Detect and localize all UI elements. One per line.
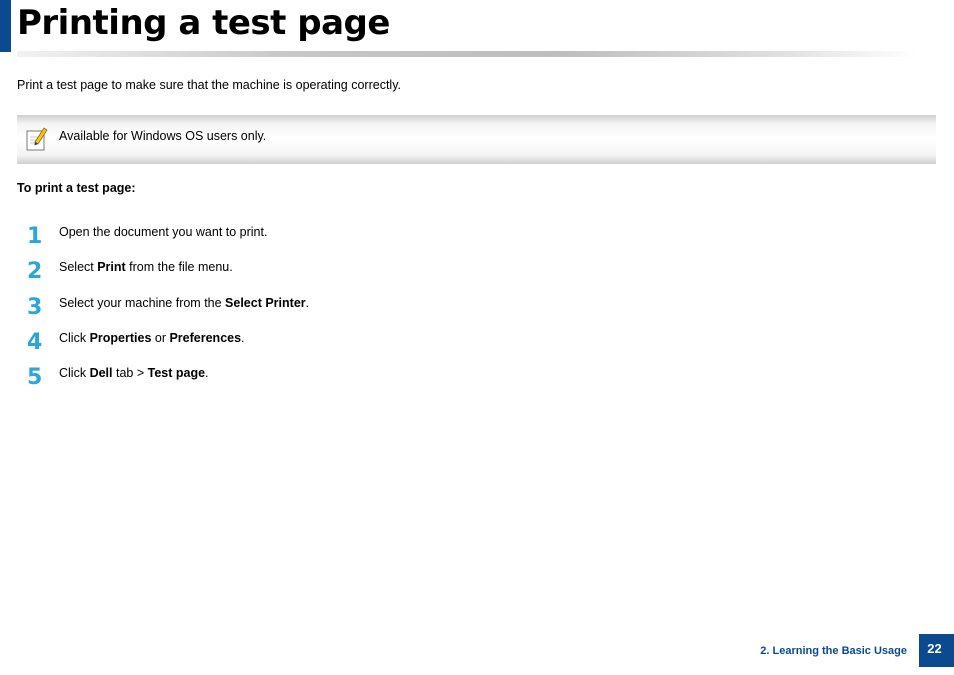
step-text: Open the document you want to print. — [59, 225, 268, 239]
step-text: Click Dell tab > Test page. — [59, 366, 209, 380]
step-2: 2 Select Print from the file menu. — [0, 259, 900, 289]
note-box: Available for Windows OS users only. — [17, 115, 936, 164]
step-1: 1 Open the document you want to print. — [0, 224, 900, 254]
step-number: 4 — [27, 330, 43, 355]
title-accent-bar — [0, 0, 11, 52]
step-5: 5 Click Dell tab > Test page. — [0, 365, 900, 395]
intro-paragraph: Print a test page to make sure that the … — [17, 78, 401, 92]
step-4: 4 Click Properties or Preferences. — [0, 330, 900, 360]
note-pencil-icon — [26, 127, 48, 151]
step-text: Select Print from the file menu. — [59, 260, 233, 274]
step-text: Click Properties or Preferences. — [59, 331, 245, 345]
step-number: 5 — [27, 365, 43, 390]
note-text: Available for Windows OS users only. — [59, 129, 267, 143]
page-title: Printing a test page — [17, 3, 390, 43]
title-divider — [17, 51, 917, 57]
step-number: 2 — [27, 259, 43, 284]
procedure-heading: To print a test page: — [17, 181, 136, 195]
step-text: Select your machine from the Select Prin… — [59, 296, 310, 310]
step-3: 3 Select your machine from the Select Pr… — [0, 295, 900, 325]
footer-section-link[interactable]: 2. Learning the Basic Usage — [760, 644, 907, 658]
page-number: 22 — [927, 641, 942, 656]
page-number-badge: 22 — [919, 634, 954, 667]
step-number: 1 — [27, 224, 43, 249]
step-number: 3 — [27, 295, 43, 320]
